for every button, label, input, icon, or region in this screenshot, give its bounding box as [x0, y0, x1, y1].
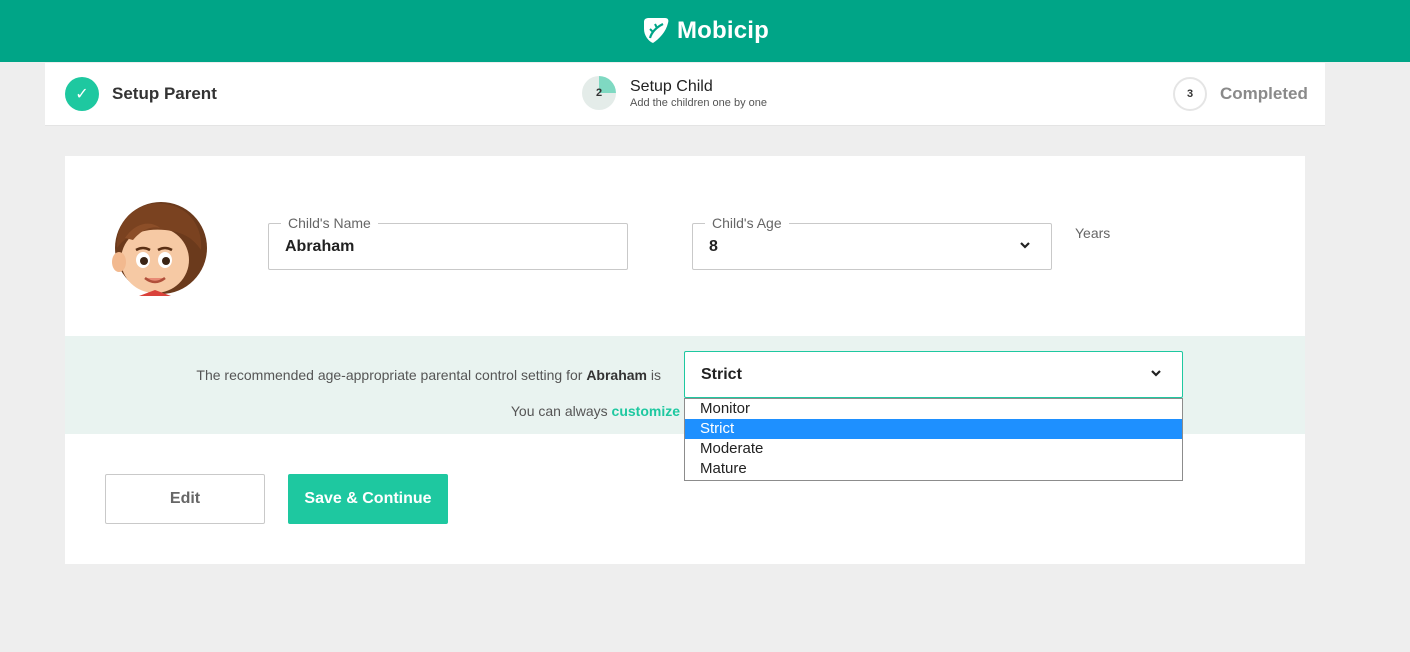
top-bar: Mobicip — [0, 0, 1410, 62]
chevron-down-icon — [1020, 242, 1030, 249]
child-age-label: Child's Age — [705, 215, 789, 231]
age-unit-label: Years — [1075, 225, 1111, 241]
step-setup-child[interactable]: 2 Setup Child Add the children one by on… — [582, 76, 767, 110]
child-details-card: Child's Name Abraham Child's Age 8 Years — [65, 156, 1305, 336]
customize-line: You can always customize — [510, 403, 680, 419]
control-setting-value: Strict — [701, 366, 742, 383]
recommendation-text: The recommended age-appropriate parental… — [196, 367, 661, 383]
child-name-input[interactable]: Abraham — [285, 238, 354, 256]
step-number-circle: 3 — [1173, 77, 1207, 111]
dropdown-option-moderate[interactable]: Moderate — [685, 439, 1182, 459]
dropdown-option-monitor[interactable]: Monitor — [685, 399, 1182, 419]
edit-button[interactable]: Edit — [105, 474, 265, 524]
child-avatar[interactable] — [105, 198, 209, 298]
child-name-bold: Abraham — [586, 367, 647, 383]
control-setting-dropdown[interactable]: Monitor Strict Moderate Mature — [684, 398, 1183, 481]
mobicip-logo-icon — [643, 18, 669, 43]
child-name-label: Child's Name — [281, 215, 378, 231]
dropdown-option-mature[interactable]: Mature — [685, 459, 1182, 479]
step-subtitle: Add the children one by one — [630, 96, 767, 109]
chevron-down-icon — [1151, 370, 1161, 377]
customize-link[interactable]: customize — [612, 403, 680, 419]
checkmark-icon: ✓ — [65, 77, 99, 111]
control-setting-select[interactable]: Strict — [684, 351, 1183, 398]
step-label: Completed — [1220, 84, 1308, 103]
save-continue-button[interactable]: Save & Continue — [288, 474, 448, 524]
step-progress-circle: 2 — [582, 76, 616, 110]
dropdown-option-strict[interactable]: Strict — [685, 419, 1182, 439]
brand[interactable]: Mobicip — [641, 16, 769, 46]
child-age-value: 8 — [709, 238, 718, 255]
step-label: Setup Child — [630, 77, 713, 95]
step-setup-parent[interactable]: ✓ Setup Parent — [65, 77, 217, 111]
step-label: Setup Parent — [112, 84, 217, 103]
child-name-field[interactable]: Child's Name Abraham — [268, 215, 628, 270]
step-completed[interactable]: 3 Completed — [1173, 77, 1308, 111]
brand-name: Mobicip — [676, 17, 770, 44]
child-age-select[interactable]: Child's Age 8 — [692, 215, 1052, 270]
setup-stepper: ✓ Setup Parent 2 Setup Child Add the chi… — [45, 63, 1325, 126]
